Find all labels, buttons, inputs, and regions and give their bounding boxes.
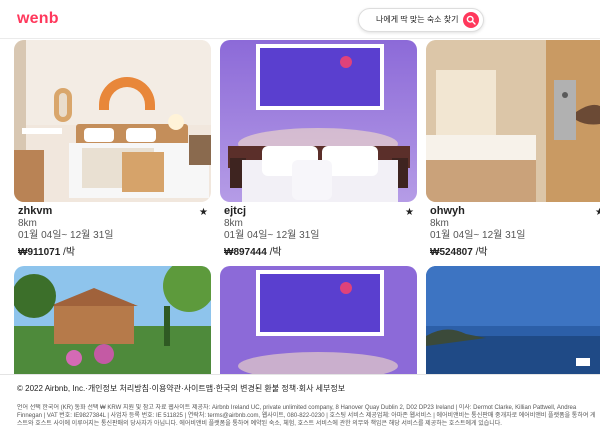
- listing-name[interactable]: zhkvm: [18, 205, 208, 218]
- listing-photo[interactable]: [426, 266, 600, 374]
- listing-info: ejtcj 8km 01월 04일~ 12월 31일 ₩897444 /박 ★: [224, 205, 414, 259]
- star-icon[interactable]: ★: [199, 207, 208, 218]
- listing-photo[interactable]: [426, 40, 600, 202]
- listing-photo[interactable]: [220, 266, 417, 374]
- listing-distance: 8km: [18, 218, 37, 229]
- listing-unit: /박: [269, 247, 282, 258]
- search-bar[interactable]: 나에게 딱 맞는 숙소 찾기: [358, 8, 484, 32]
- star-icon[interactable]: ★: [595, 207, 600, 218]
- listing-price: ₩524807: [430, 247, 473, 258]
- listing-unit: /박: [63, 247, 76, 258]
- search-icon: [466, 15, 476, 25]
- listing-info: ohwyh 8km 01월 04일~ 12월 31일 ₩524807 /박 ★: [430, 205, 600, 259]
- listing-price-row: ₩911071 /박: [18, 247, 208, 259]
- search-button[interactable]: [463, 12, 479, 28]
- listing-name[interactable]: ohwyh: [430, 205, 600, 218]
- footer-links[interactable]: © 2022 Airbnb, Inc.·개인정보 처리방침·이용약관·사이트맵·…: [17, 383, 345, 394]
- search-label[interactable]: 나에게 딱 맞는 숙소 찾기: [376, 14, 459, 25]
- brand-logo[interactable]: wenb: [17, 10, 59, 28]
- listing-dates: 01월 04일~ 12월 31일: [430, 230, 526, 241]
- site-footer: © 2022 Airbnb, Inc.·개인정보 처리방침·이용약관·사이트맵·…: [0, 374, 600, 431]
- star-icon[interactable]: ★: [405, 207, 414, 218]
- listing-name[interactable]: ejtcj: [224, 205, 414, 218]
- listing-dates: 01월 04일~ 12월 31일: [18, 230, 114, 241]
- listing-distance: 8km: [430, 218, 449, 229]
- listing-info: zhkvm 8km 01월 04일~ 12월 31일 ₩911071 /박 ★: [18, 205, 208, 259]
- listing-photo[interactable]: [14, 40, 211, 202]
- listing-dates: 01월 04일~ 12월 31일: [224, 230, 320, 241]
- top-header: wenb 나에게 딱 맞는 숙소 찾기: [0, 0, 600, 39]
- listing-photo[interactable]: [14, 266, 211, 374]
- listing-distance: 8km: [224, 218, 243, 229]
- listing-price-row: ₩897444 /박: [224, 247, 414, 259]
- listing-price: ₩911071: [18, 247, 61, 258]
- footer-legal-text: 언어 선택 한국어 (KR) 통화 선택 ₩ KRW 지원 및 참고 자료 웹사…: [17, 405, 596, 427]
- listing-photo[interactable]: [220, 40, 417, 202]
- listing-price-row: ₩524807 /박: [430, 247, 600, 259]
- listing-unit: /박: [475, 247, 488, 258]
- listing-price: ₩897444: [224, 247, 267, 258]
